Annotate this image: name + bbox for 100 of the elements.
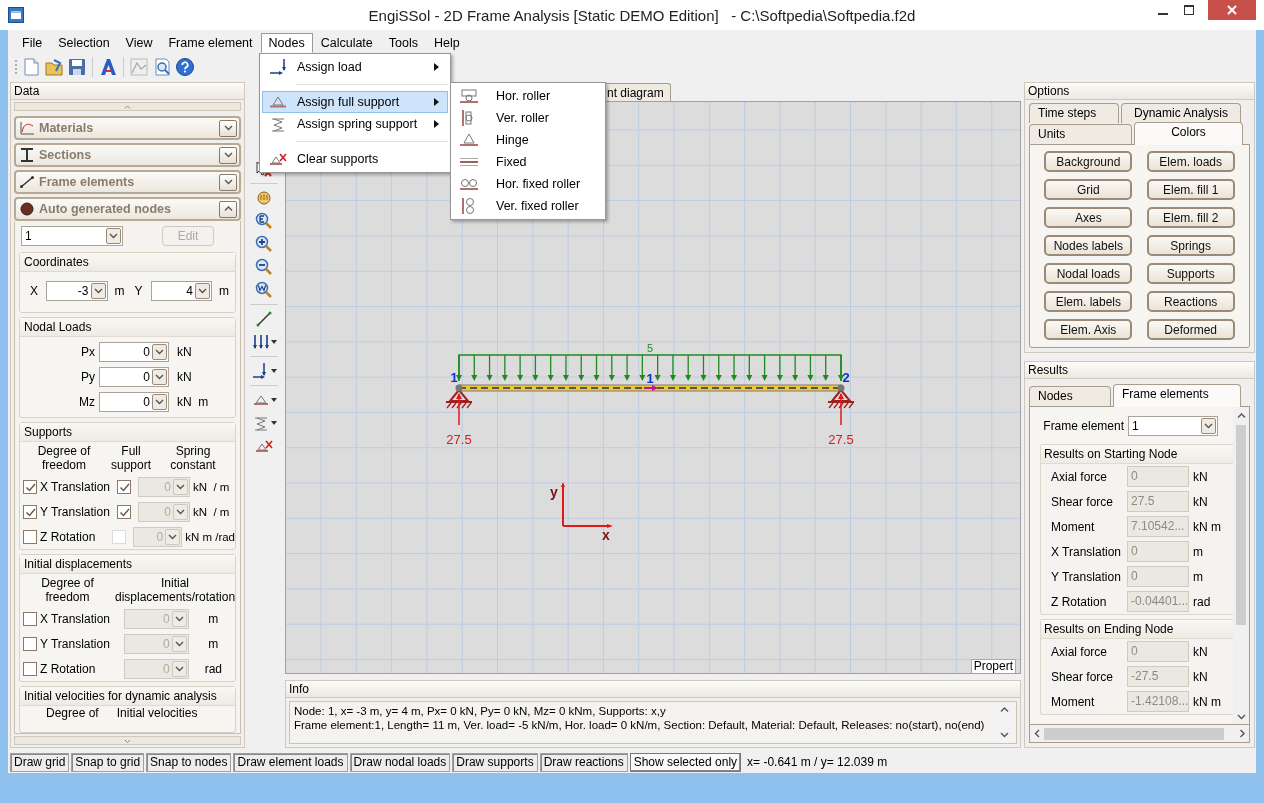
dropdown-arrow-icon[interactable] xyxy=(270,340,277,344)
tab[interactable]: Nodes xyxy=(1029,386,1111,406)
number-field[interactable]: 0 xyxy=(99,341,169,362)
color-button[interactable]: Elem. loads xyxy=(1146,151,1235,172)
toggle-button[interactable]: Snap to nodes xyxy=(146,752,232,772)
menu-item[interactable]: View xyxy=(117,33,161,53)
color-button[interactable]: Elem. labels xyxy=(1044,291,1133,312)
unit-label: m xyxy=(207,611,220,626)
number-field[interactable]: 4 xyxy=(150,281,212,301)
tab[interactable]: Frame elements xyxy=(1113,384,1241,407)
color-button[interactable]: Grid xyxy=(1044,179,1133,200)
open-folder-icon[interactable] xyxy=(44,57,64,77)
close-button[interactable] xyxy=(1208,0,1256,20)
checkbox[interactable] xyxy=(23,504,37,519)
tab[interactable]: Dynamic Analysis xyxy=(1121,103,1241,123)
i-beam-icon xyxy=(19,147,35,163)
menu-item[interactable]: Fixed xyxy=(453,151,603,173)
menu-item[interactable]: Calculate xyxy=(312,33,381,53)
expand-button[interactable] xyxy=(219,119,237,137)
menu-item[interactable]: Hor. fixed roller xyxy=(453,173,603,195)
zoom-window-icon[interactable] xyxy=(255,281,273,299)
axis-label: x xyxy=(602,527,610,543)
node-dropdown[interactable]: 1 xyxy=(21,225,123,246)
checkmark-icon xyxy=(118,481,130,492)
expand-button[interactable] xyxy=(219,200,237,218)
expand-button[interactable] xyxy=(219,146,237,164)
menu-item[interactable]: File xyxy=(14,33,51,53)
expand-button[interactable] xyxy=(219,173,237,191)
checkbox[interactable] xyxy=(23,479,37,494)
dropdown-arrow-icon[interactable] xyxy=(270,398,277,402)
menu-item[interactable]: Nodes xyxy=(260,33,313,53)
toggle-button[interactable]: Draw nodal loads xyxy=(349,752,451,772)
color-button[interactable]: Springs xyxy=(1146,235,1235,256)
zoom-extents-icon[interactable] xyxy=(255,212,273,230)
field-label: Shear force xyxy=(1051,494,1115,509)
number-field[interactable]: 0 xyxy=(99,366,169,387)
section-header[interactable]: Materials xyxy=(14,116,241,140)
menu-item[interactable]: Assign full support xyxy=(262,91,448,113)
section-header[interactable]: Sections xyxy=(14,143,241,167)
color-button[interactable]: Nodal loads xyxy=(1044,263,1133,284)
toggle-button[interactable]: Draw element loads xyxy=(233,752,348,772)
checkbox[interactable] xyxy=(23,529,37,544)
toggle-button[interactable]: Draw supports xyxy=(452,752,538,772)
color-button[interactable]: Background xyxy=(1044,151,1133,172)
color-button[interactable]: Supports xyxy=(1146,263,1235,284)
dropdown-arrow-icon[interactable] xyxy=(270,369,277,373)
checkbox[interactable] xyxy=(117,504,131,519)
zoom-in-icon[interactable] xyxy=(255,235,273,253)
color-button[interactable]: Deformed xyxy=(1146,319,1235,340)
number-field[interactable]: 0 xyxy=(99,391,169,412)
line-element-icon[interactable] xyxy=(255,310,273,328)
chevron-up-icon xyxy=(124,104,131,109)
column-header: Initial velocities xyxy=(116,706,198,720)
frame-element-dropdown[interactable]: 1 xyxy=(1128,415,1218,436)
dropdown-arrow-icon[interactable] xyxy=(270,421,277,425)
color-button[interactable]: Elem. Axis xyxy=(1044,319,1133,340)
color-button[interactable]: Nodes labels xyxy=(1044,235,1133,256)
y-axis-arrow xyxy=(561,482,565,527)
tab[interactable]: Units xyxy=(1029,124,1132,144)
tab[interactable]: Time steps xyxy=(1029,103,1119,123)
menu-item[interactable]: Hinge xyxy=(453,129,603,151)
checkbox[interactable] xyxy=(117,479,131,494)
readonly-field: 7.10542... xyxy=(1127,516,1189,537)
distributed-load-icon[interactable] xyxy=(251,333,270,351)
number-field[interactable]: -3 xyxy=(46,281,108,301)
menu-item[interactable]: Ver. fixed roller xyxy=(453,195,603,217)
scroll-left-icon xyxy=(1034,729,1040,738)
toggle-button[interactable]: Show selected only xyxy=(629,752,742,772)
menu-item[interactable]: Tools xyxy=(380,33,426,53)
print-preview-icon[interactable] xyxy=(152,57,172,77)
toggle-button[interactable]: Snap to grid xyxy=(71,752,145,772)
menu-item[interactable]: Hor. roller xyxy=(453,85,603,107)
horizontal-scrollbar[interactable] xyxy=(1029,725,1250,743)
pan-hand-icon[interactable] xyxy=(255,189,273,207)
menu-item[interactable]: Ver. roller xyxy=(453,107,603,129)
vertical-scrollbar[interactable] xyxy=(1233,407,1249,724)
section-header[interactable]: Frame elements xyxy=(14,170,241,194)
section-header[interactable]: Auto generated nodes xyxy=(14,197,241,221)
toggle-button[interactable]: Draw grid xyxy=(10,752,70,772)
zoom-out-icon[interactable] xyxy=(255,258,273,276)
menu-item[interactable]: Frame element xyxy=(160,33,261,53)
color-button[interactable]: Axes xyxy=(1044,207,1133,228)
properties-tab[interactable]: Propert xyxy=(970,659,1016,673)
color-button[interactable]: Elem. fill 2 xyxy=(1146,207,1235,228)
vertical-scrollbar[interactable] xyxy=(997,704,1012,741)
menu-item[interactable]: Help xyxy=(426,33,468,53)
menu-item[interactable]: Clear supports xyxy=(262,148,448,170)
scroll-thumb[interactable] xyxy=(1044,727,1224,740)
help-icon[interactable] xyxy=(175,57,195,77)
color-button[interactable]: Reactions xyxy=(1146,291,1235,312)
menu-item[interactable]: Selection xyxy=(50,33,118,53)
scroll-thumb[interactable] xyxy=(1236,425,1246,625)
report-icon[interactable] xyxy=(98,57,118,77)
color-button[interactable]: Elem. fill 1 xyxy=(1146,179,1235,200)
unit-label: m xyxy=(1192,569,1203,584)
toggle-button[interactable]: Draw reactions xyxy=(539,752,628,772)
save-icon[interactable] xyxy=(67,57,87,77)
menu-item[interactable]: Assign spring support xyxy=(262,113,448,135)
tab[interactable]: Colors xyxy=(1134,122,1243,145)
menu-item[interactable]: Assign load xyxy=(262,56,448,78)
